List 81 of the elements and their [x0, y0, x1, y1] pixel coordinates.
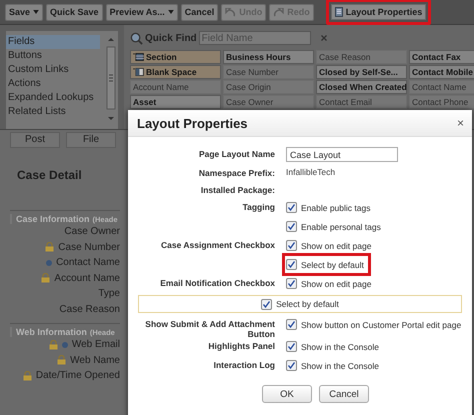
palette-field[interactable]: Contact Email — [316, 95, 407, 109]
dialog-title: Layout Properties — [137, 116, 248, 130]
layout-name-input[interactable]: Case Layout — [286, 147, 398, 162]
toolbar-button[interactable]: Preview As... — [106, 4, 178, 20]
palette-field[interactable]: Account Name — [130, 80, 221, 94]
dialog-button[interactable]: OK — [262, 385, 312, 403]
feed-tab[interactable]: File — [66, 132, 116, 148]
palette-field[interactable]: Asset — [130, 95, 221, 109]
category-item[interactable]: Expanded Lookups — [6, 91, 100, 105]
field-label: Web Name — [70, 354, 120, 366]
palette-field[interactable]: Case Origin — [223, 80, 314, 94]
section-header: Web Information — [16, 327, 87, 337]
palette-field[interactable]: Contact Fax — [409, 50, 474, 64]
section-icon — [133, 53, 144, 61]
checkbox[interactable] — [286, 240, 297, 251]
property-label: Namespace Prefix: — [198, 167, 275, 178]
checkbox[interactable] — [286, 360, 297, 371]
checkbox[interactable] — [286, 202, 297, 213]
palette-field[interactable]: Section — [130, 50, 221, 64]
checkbox[interactable] — [286, 221, 297, 232]
section-header: Case Information — [16, 214, 90, 224]
palette-field[interactable]: Contact Phone — [409, 95, 474, 109]
field-label: Contact Name — [56, 257, 120, 268]
palette-field[interactable]: Case Number — [223, 65, 314, 79]
palette-field[interactable]: Business Hours — [223, 50, 314, 64]
undo-icon — [225, 8, 236, 16]
property-value: InfallibleTech — [286, 166, 336, 179]
category-item[interactable]: Related Lists — [6, 105, 100, 119]
property-label: Tagging — [242, 201, 275, 212]
checkbox[interactable] — [286, 319, 297, 330]
palette-field[interactable]: Closed When Created — [316, 80, 407, 94]
palette-field[interactable]: Case Owner — [223, 95, 314, 109]
field-label: Case Reason — [59, 304, 120, 315]
document-icon — [334, 7, 343, 17]
field-label: Type — [98, 288, 120, 300]
field-label: Web Email — [72, 339, 120, 350]
option-label: Show on edit page — [301, 240, 372, 250]
field-label: Date/Time Opened — [36, 370, 120, 382]
property-label: Show Submit & Add Attachment Button — [144, 318, 275, 339]
option-label: Enable public tags — [301, 202, 370, 212]
palette-field[interactable]: Case Reason — [316, 50, 407, 64]
category-item[interactable]: Custom Links — [6, 63, 100, 77]
field-label: Account Name — [54, 272, 120, 284]
quick-find-label: Quick Find — [145, 32, 197, 44]
palette-field[interactable]: Blank Space — [130, 65, 221, 79]
option-label: Show in the Console — [301, 342, 379, 352]
category-item[interactable]: Buttons — [6, 49, 100, 63]
checkbox[interactable] — [286, 259, 297, 270]
property-label: Interaction Log — [212, 359, 275, 370]
palette-field[interactable]: Contact Mobile — [409, 65, 474, 79]
property-label: Page Layout Name — [198, 148, 275, 159]
property-label: Email Notification Checkbox — [159, 277, 275, 288]
checkbox[interactable] — [261, 298, 272, 310]
option-label: Enable personal tags — [301, 222, 381, 232]
option-label: Select by default — [276, 299, 339, 309]
option-label: Show button on Customer Portal edit page — [301, 320, 462, 330]
palette-field[interactable]: Closed by Self-Se... — [316, 65, 407, 79]
property-label: Case Assignment Checkbox — [160, 239, 275, 250]
checkbox[interactable] — [286, 278, 297, 289]
option-label: Select by default — [301, 260, 364, 270]
category-item[interactable]: Fields — [6, 35, 100, 49]
toolbar-button[interactable]: Layout Properties — [326, 0, 432, 25]
checkbox[interactable] — [286, 341, 297, 352]
field-label: Case Number — [58, 242, 120, 253]
option-label: Show in the Console — [301, 360, 379, 370]
section-title: Case Detail — [17, 168, 82, 182]
feed-tab[interactable]: Post — [10, 132, 60, 148]
toolbar-button[interactable]: Cancel — [180, 4, 218, 20]
redo-icon — [273, 8, 284, 16]
property-label: Highlights Panel — [207, 340, 275, 351]
dialog-button[interactable]: Cancel — [319, 385, 369, 403]
palette-field[interactable]: Contact Name — [409, 80, 474, 94]
toolbar-button[interactable]: Save — [5, 4, 44, 20]
field-label: Case Owner — [64, 226, 120, 238]
close-button[interactable]: × — [456, 116, 464, 130]
option-label: Show on edit page — [301, 278, 372, 288]
search-icon — [130, 32, 143, 44]
blank-space-icon — [133, 68, 144, 76]
property-label: Installed Package: — [200, 184, 275, 195]
category-item[interactable]: Actions — [6, 77, 100, 91]
toolbar-button[interactable]: Quick Save — [46, 4, 103, 20]
